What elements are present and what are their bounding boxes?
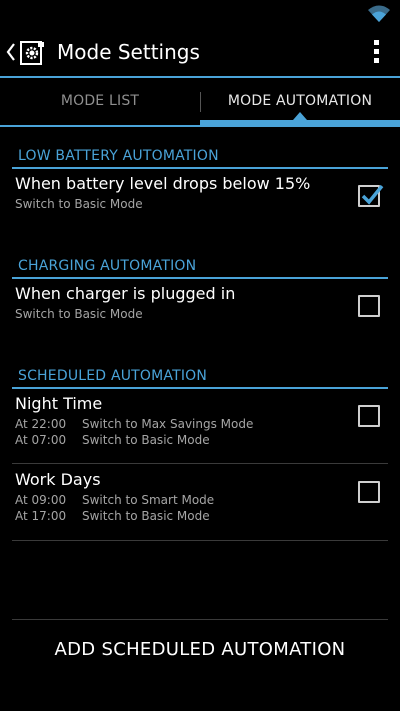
action-bar: Mode Settings xyxy=(0,28,400,76)
up-arrow-icon[interactable] xyxy=(5,41,17,63)
schedule-work-days-title[interactable]: Work Days xyxy=(15,470,101,489)
low-battery-title[interactable]: When battery level drops below 15% xyxy=(15,174,310,193)
schedule-action: Switch to Basic Mode xyxy=(82,433,210,447)
page-title: Mode Settings xyxy=(57,40,200,64)
section-header-low-battery: LOW BATTERY AUTOMATION xyxy=(12,143,388,169)
list-divider xyxy=(12,463,388,464)
overflow-menu-icon[interactable] xyxy=(372,40,380,66)
charging-checkbox[interactable] xyxy=(358,295,380,317)
schedule-row: At 07:00 Switch to Basic Mode xyxy=(15,433,210,447)
schedule-action: Switch to Basic Mode xyxy=(82,509,210,523)
night-time-checkbox[interactable] xyxy=(358,405,380,427)
schedule-time: At 17:00 xyxy=(15,509,67,523)
checkmark-icon xyxy=(361,184,384,205)
low-battery-checkbox[interactable] xyxy=(358,184,384,207)
section-header-label: SCHEDULED AUTOMATION xyxy=(18,368,208,384)
tab-selected-notch xyxy=(293,112,307,120)
charging-subtitle: Switch to Basic Mode xyxy=(15,307,143,321)
status-bar xyxy=(0,0,400,28)
work-days-checkbox[interactable] xyxy=(358,481,380,503)
app-settings-icon[interactable] xyxy=(19,39,47,67)
charging-title[interactable]: When charger is plugged in xyxy=(15,284,235,303)
wifi-icon xyxy=(368,5,390,22)
tab-mode-list[interactable]: MODE LIST xyxy=(0,78,200,128)
section-header-charging: CHARGING AUTOMATION xyxy=(12,253,388,279)
section-header-label: CHARGING AUTOMATION xyxy=(18,258,197,274)
section-header-scheduled: SCHEDULED AUTOMATION xyxy=(12,363,388,389)
schedule-time: At 07:00 xyxy=(15,433,67,447)
add-scheduled-automation-button[interactable]: ADD SCHEDULED AUTOMATION xyxy=(0,620,400,680)
tab-selected-indicator xyxy=(200,120,400,127)
schedule-row: At 22:00 Switch to Max Savings Mode xyxy=(15,417,253,431)
schedule-night-time-title[interactable]: Night Time xyxy=(15,394,102,413)
list-divider xyxy=(12,540,388,541)
schedule-action: Switch to Max Savings Mode xyxy=(82,417,254,431)
schedule-time: At 22:00 xyxy=(15,417,67,431)
section-header-label: LOW BATTERY AUTOMATION xyxy=(18,148,219,164)
tab-bar: MODE LIST MODE AUTOMATION xyxy=(0,78,400,128)
schedule-time: At 09:00 xyxy=(15,493,67,507)
schedule-row: At 17:00 Switch to Basic Mode xyxy=(15,509,210,523)
schedule-action: Switch to Smart Mode xyxy=(82,493,215,507)
low-battery-subtitle: Switch to Basic Mode xyxy=(15,197,143,211)
schedule-row: At 09:00 Switch to Smart Mode xyxy=(15,493,214,507)
